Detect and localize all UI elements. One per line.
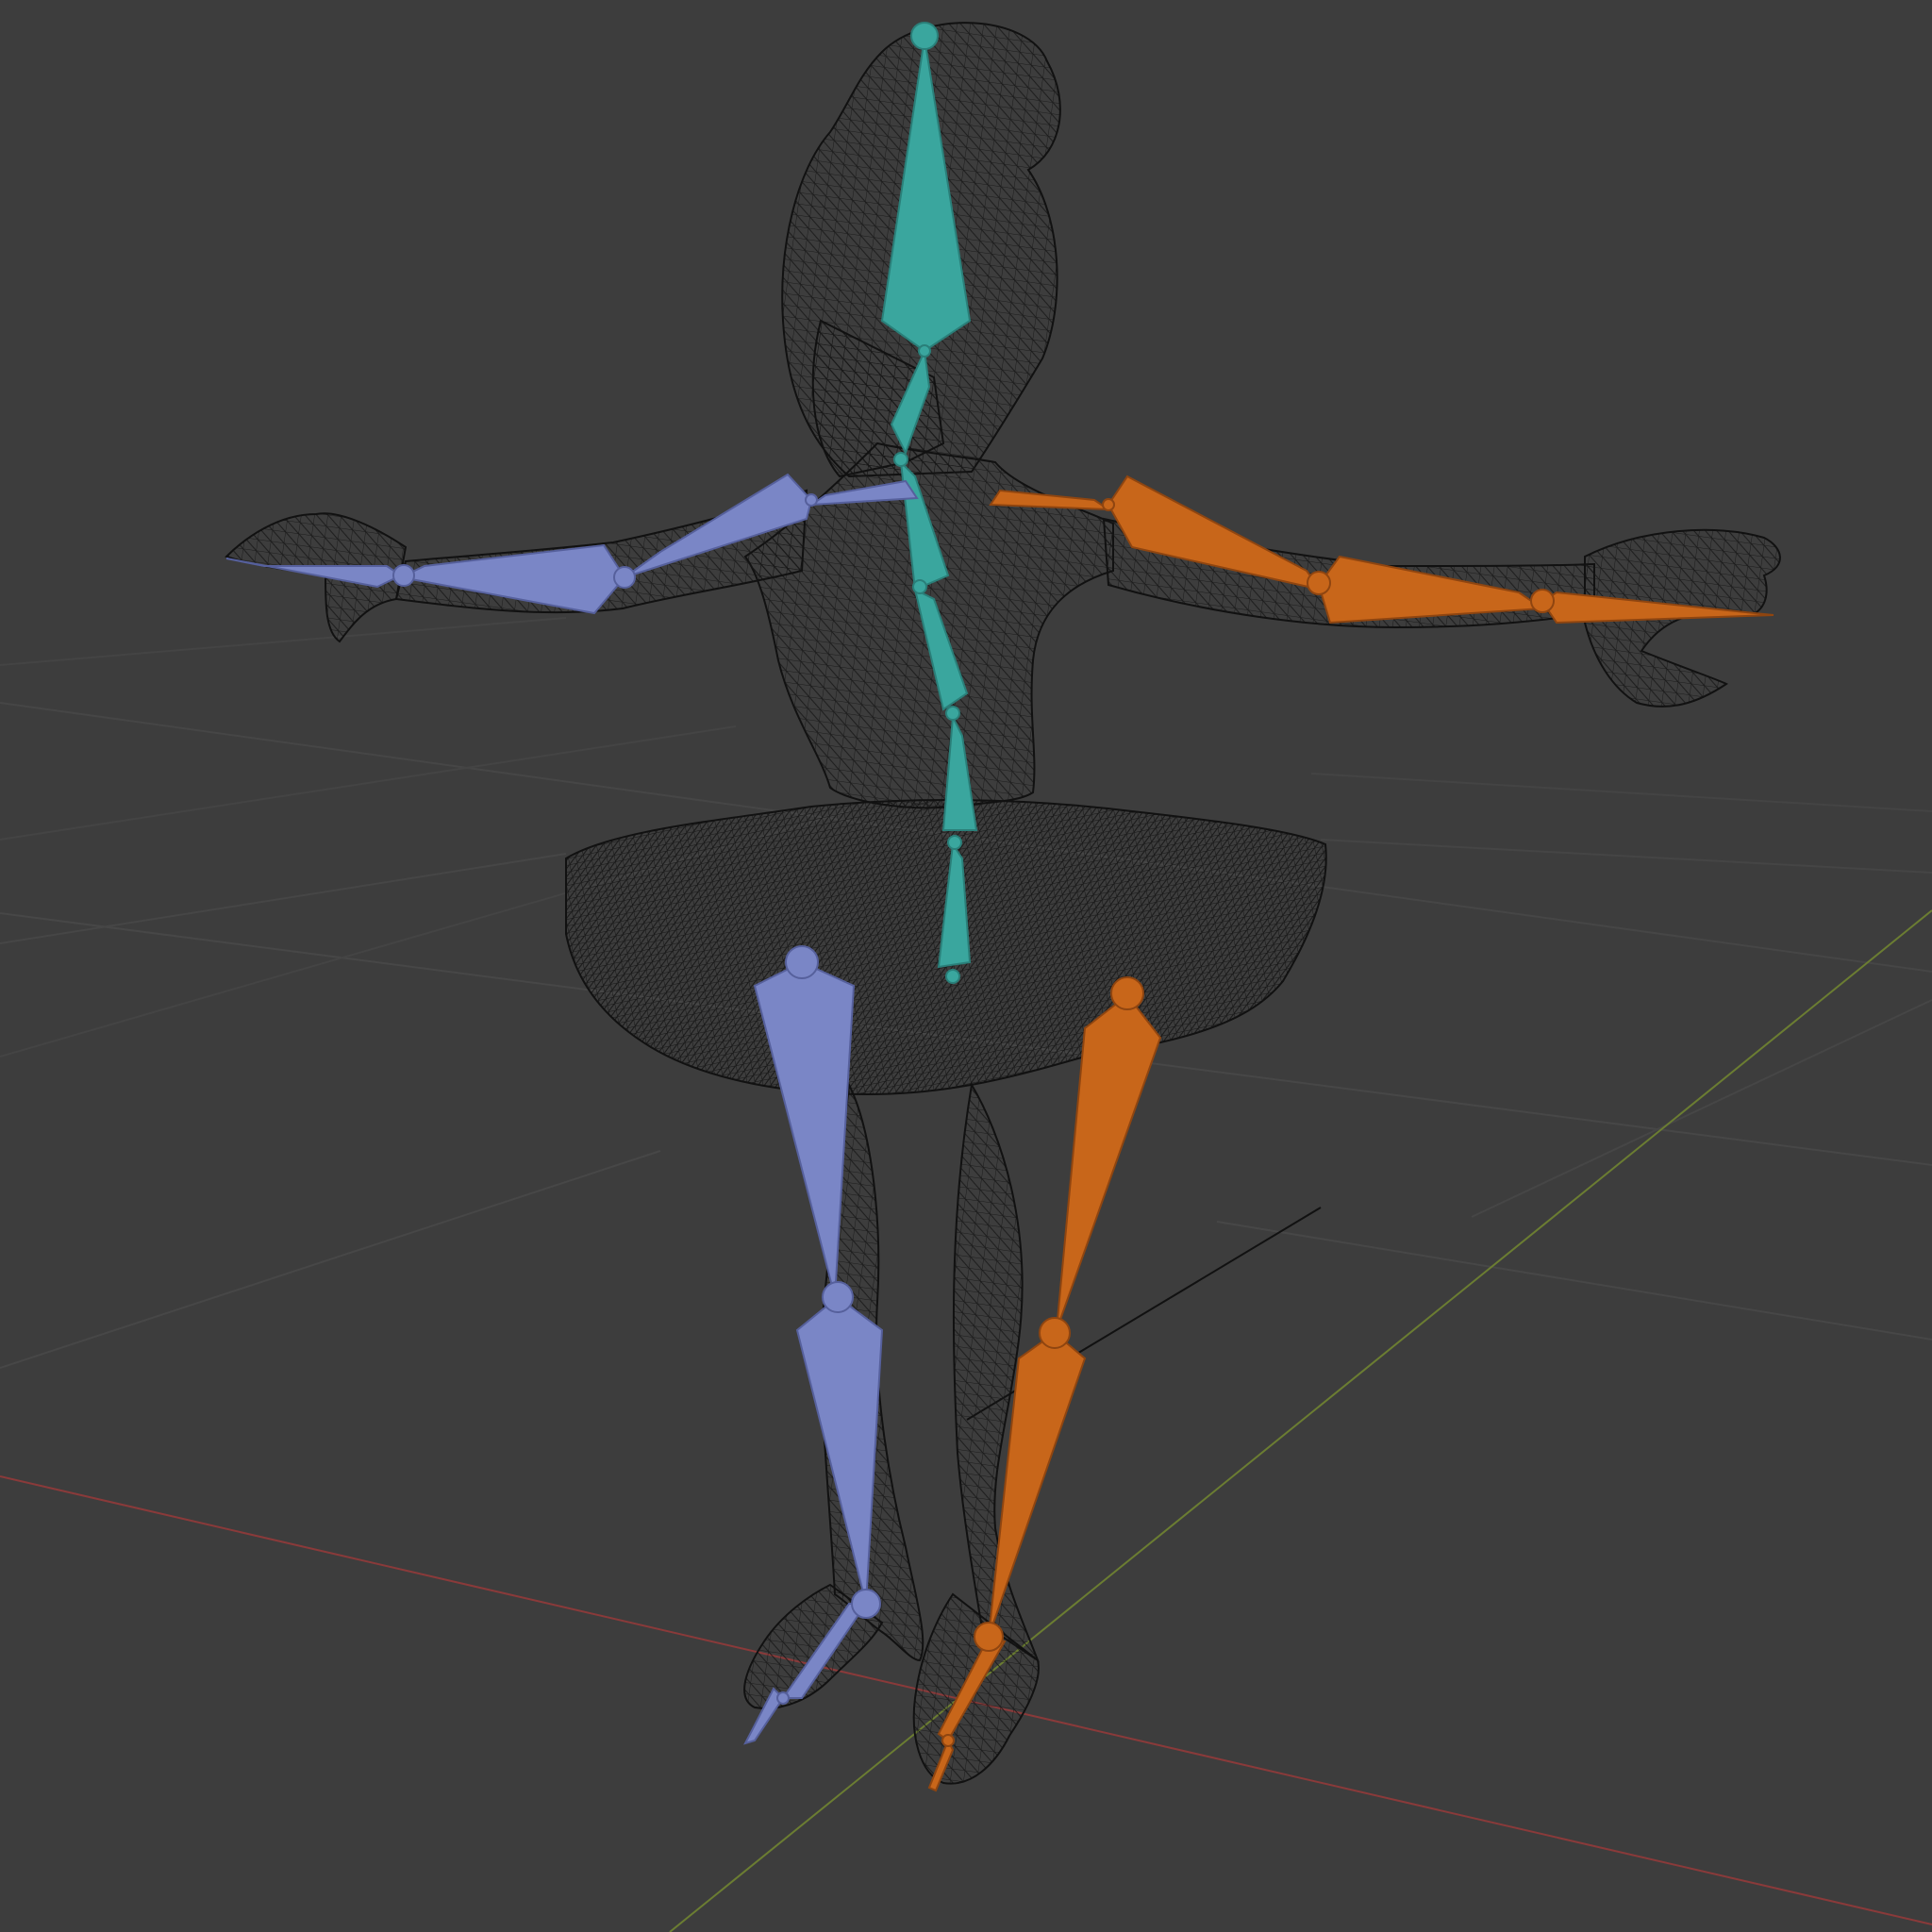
right-hip-joint[interactable] — [1110, 976, 1144, 1010]
left-shoulder-joint[interactable] — [805, 493, 818, 507]
spine-joint-upper[interactable] — [912, 579, 927, 594]
hips-joint[interactable] — [947, 835, 962, 850]
right-ankle-joint[interactable] — [974, 1622, 1004, 1652]
neck-joint[interactable] — [918, 344, 931, 358]
spine-joint-lower[interactable] — [945, 706, 960, 721]
right-wrist-joint[interactable] — [1530, 589, 1555, 613]
chest-joint[interactable] — [893, 452, 908, 467]
left-wrist-joint[interactable] — [392, 564, 415, 587]
left-toe-joint[interactable] — [776, 1691, 790, 1705]
left-elbow-joint[interactable] — [613, 566, 636, 589]
left-hip-joint[interactable] — [785, 945, 819, 979]
right-shoulder-joint[interactable] — [1102, 498, 1115, 511]
right-elbow-joint[interactable] — [1307, 571, 1331, 595]
right-toe-joint[interactable] — [941, 1734, 955, 1747]
left-knee-joint[interactable] — [822, 1281, 854, 1313]
head-bone-tail-joint[interactable] — [910, 22, 939, 50]
3d-viewport[interactable] — [0, 0, 1932, 1932]
left-ankle-joint[interactable] — [851, 1589, 881, 1619]
root-joint[interactable] — [945, 969, 960, 984]
right-knee-joint[interactable] — [1039, 1317, 1071, 1349]
